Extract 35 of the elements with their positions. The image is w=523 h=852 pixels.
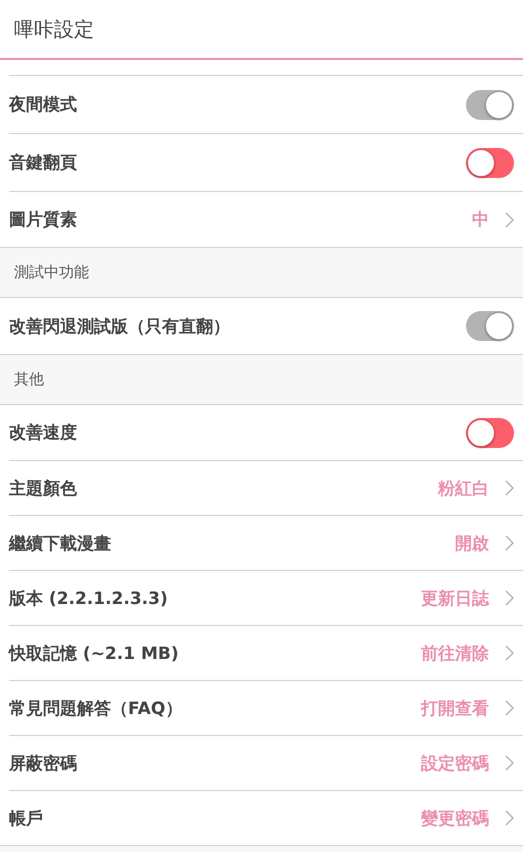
setting-label: 屏蔽密碼 bbox=[9, 752, 78, 774]
setting-value-link[interactable]: 前往清除 bbox=[421, 642, 514, 664]
toggle-switch[interactable] bbox=[466, 311, 514, 341]
setting-label: 圖片質素 bbox=[9, 209, 78, 231]
chevron-right-icon bbox=[505, 755, 514, 771]
setting-value-link[interactable]: 粉紅白 bbox=[438, 476, 514, 500]
setting-label: 繼續下載漫畫 bbox=[9, 532, 112, 554]
toggle-switch[interactable] bbox=[466, 148, 514, 178]
setting-label: 夜間模式 bbox=[9, 94, 78, 116]
setting-label: 快取記憶 (~2.1 MB) bbox=[9, 642, 180, 664]
setting-value-link[interactable]: 設定密碼 bbox=[421, 752, 514, 774]
setting-label: 音鍵翻頁 bbox=[9, 152, 78, 174]
setting-label: 改善速度 bbox=[9, 422, 78, 444]
setting-value-link[interactable]: 開啟 bbox=[455, 532, 514, 554]
setting-label: 版本 (2.2.1.2.3.3) bbox=[9, 588, 169, 610]
toggle-switch[interactable] bbox=[466, 90, 514, 120]
chevron-right-icon bbox=[505, 535, 514, 551]
setting-value-link[interactable]: 打開查看 bbox=[421, 696, 514, 720]
chevron-right-icon bbox=[505, 590, 514, 606]
setting-label: 改善閃退測試版（只有直翻） bbox=[9, 316, 231, 338]
chevron-right-icon bbox=[505, 212, 514, 228]
page-title: 嗶咔設定 bbox=[14, 16, 94, 42]
setting-value-link[interactable]: 中 bbox=[472, 208, 514, 231]
setting-label: 常見問題解答（FAQ） bbox=[9, 698, 184, 720]
setting-value-link[interactable]: 更新日誌 bbox=[421, 586, 514, 610]
chevron-right-icon bbox=[505, 700, 514, 716]
chevron-right-icon bbox=[505, 645, 514, 661]
setting-label: 帳戶 bbox=[9, 808, 44, 830]
section-title: 其他 bbox=[14, 370, 44, 389]
section-title: 測試中功能 bbox=[14, 263, 89, 282]
chevron-right-icon bbox=[505, 480, 514, 496]
setting-label: 主題顏色 bbox=[9, 478, 78, 500]
chevron-right-icon bbox=[505, 810, 514, 826]
toggle-switch[interactable] bbox=[466, 418, 514, 448]
setting-value-link[interactable]: 變更密碼 bbox=[421, 806, 514, 830]
